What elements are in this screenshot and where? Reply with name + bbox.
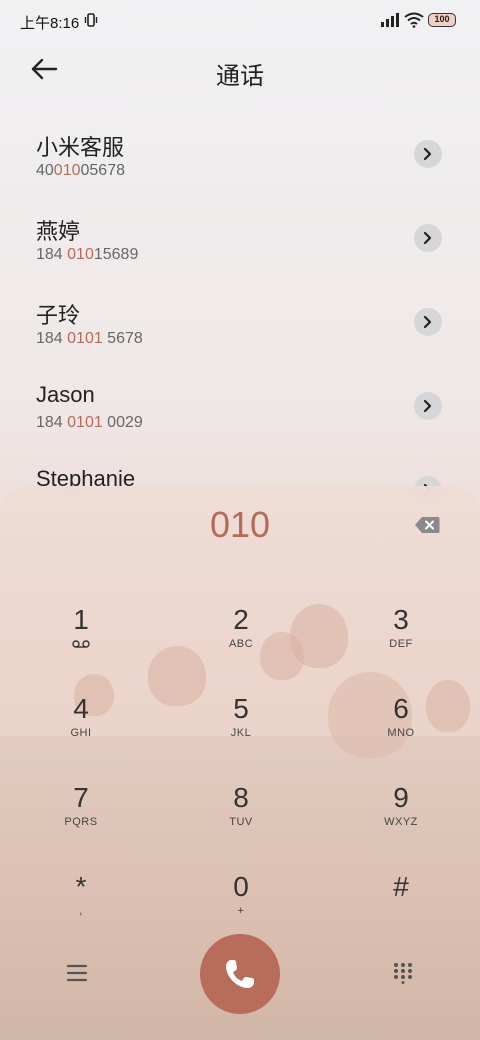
contact-number: 4001005678 (36, 162, 125, 180)
key-7[interactable]: 7 PQRS (26, 782, 136, 852)
list-item[interactable]: 小米客服 4001005678 (0, 112, 480, 196)
key-digit: 2 (233, 604, 249, 635)
status-time: 上午8:16 (20, 15, 80, 32)
number-suffix: 05678 (80, 162, 126, 179)
chevron-right-icon (423, 315, 432, 329)
key-6[interactable]: 6 MNO (346, 693, 456, 763)
contact-name: Jason (36, 382, 95, 407)
key-digit: 9 (393, 782, 409, 813)
key-digit: 5 (233, 693, 249, 724)
page-title: 通话 (216, 63, 264, 90)
dialed-number: 010 (209, 504, 271, 545)
key-digit: * (75, 871, 87, 902)
contact-detail-button[interactable] (414, 308, 442, 336)
call-button[interactable] (200, 934, 280, 1014)
list-item[interactable]: 子玲 184 0101 5678 (0, 280, 480, 364)
key-8[interactable]: 8 TUV (186, 782, 296, 852)
number-prefix: 40 (36, 162, 54, 179)
dialpad-icon[interactable] (392, 962, 414, 984)
key-digit: 1 (73, 604, 89, 635)
number-prefix: 184 (36, 330, 68, 347)
contact-name: 燕婷 (36, 219, 81, 244)
key-letters: WXYZ (384, 816, 418, 828)
key-letters: + (237, 905, 245, 917)
battery-icon: 100 (428, 13, 456, 27)
number-suffix: 5678 (102, 330, 143, 347)
key-0[interactable]: 0 + (186, 871, 296, 941)
backspace-icon[interactable] (414, 516, 440, 534)
key-digit: # (393, 871, 409, 902)
contact-number: 184 0101 5678 (36, 330, 143, 348)
key-letters: MNO (387, 727, 415, 739)
key-5[interactable]: 5 JKL (186, 693, 296, 763)
number-match: 0101 (67, 414, 103, 431)
contact-detail-button[interactable] (414, 224, 442, 252)
number-match: 0101 (67, 330, 103, 347)
contact-detail-button[interactable] (414, 392, 442, 420)
key-letters: JKL (230, 727, 252, 739)
number-match: 010 (67, 246, 94, 263)
key-digit: 0 (233, 871, 249, 902)
key-4[interactable]: 4 GHI (26, 693, 136, 763)
number-prefix: 184 (36, 414, 68, 431)
status-bar: 上午8:16 100 (0, 0, 480, 40)
key-digit: 4 (73, 693, 89, 724)
key-letters: , (79, 905, 83, 917)
number-suffix: 0029 (102, 414, 143, 431)
key-9[interactable]: 9 WXYZ (346, 782, 456, 852)
key-letters: ABC (228, 638, 254, 650)
dialer-panel: 010 1 2 ABC 3 DEF 4 GHI 5 JKL 6 MNO 7 PQ… (0, 486, 480, 1040)
contact-name: 子玲 (36, 303, 81, 328)
contact-number: 184 01015689 (36, 246, 138, 264)
key-digit: 8 (233, 782, 249, 813)
contact-list: 小米客服 4001005678 燕婷 184 01015689 子玲 184 0… (0, 112, 480, 532)
key-3[interactable]: 3 DEF (346, 604, 456, 674)
phone-icon (226, 960, 254, 988)
key-2[interactable]: 2 ABC (186, 604, 296, 674)
key-digit: 7 (73, 782, 89, 813)
list-item[interactable]: 燕婷 184 01015689 (0, 196, 480, 280)
menu-icon[interactable] (64, 962, 90, 984)
number-prefix: 184 (36, 246, 68, 263)
key-digit: 6 (393, 693, 409, 724)
contact-number: 184 0101 0029 (36, 414, 143, 432)
vibrate-icon (84, 13, 98, 27)
voicemail-icon (72, 640, 90, 648)
list-item[interactable]: Jason 184 0101 0029 (0, 364, 480, 448)
contact-name: 小米客服 (36, 135, 125, 160)
number-match: 010 (53, 162, 81, 179)
chevron-right-icon (423, 231, 432, 245)
wifi-icon (404, 12, 424, 28)
key-letters: PQRS (64, 816, 98, 828)
header: 通话 (0, 40, 480, 100)
chevron-right-icon (423, 399, 432, 413)
number-suffix: 15689 (93, 246, 139, 263)
key-hash[interactable]: # (346, 871, 456, 941)
contact-detail-button[interactable] (414, 140, 442, 168)
key-letters: GHI (70, 727, 92, 739)
chevron-right-icon (423, 147, 432, 161)
key-1[interactable]: 1 (26, 604, 136, 674)
key-letters: TUV (229, 816, 253, 828)
key-digit: 3 (393, 604, 409, 635)
key-star[interactable]: * , (26, 871, 136, 941)
key-letters: DEF (389, 638, 413, 650)
signal-icon (381, 13, 399, 27)
